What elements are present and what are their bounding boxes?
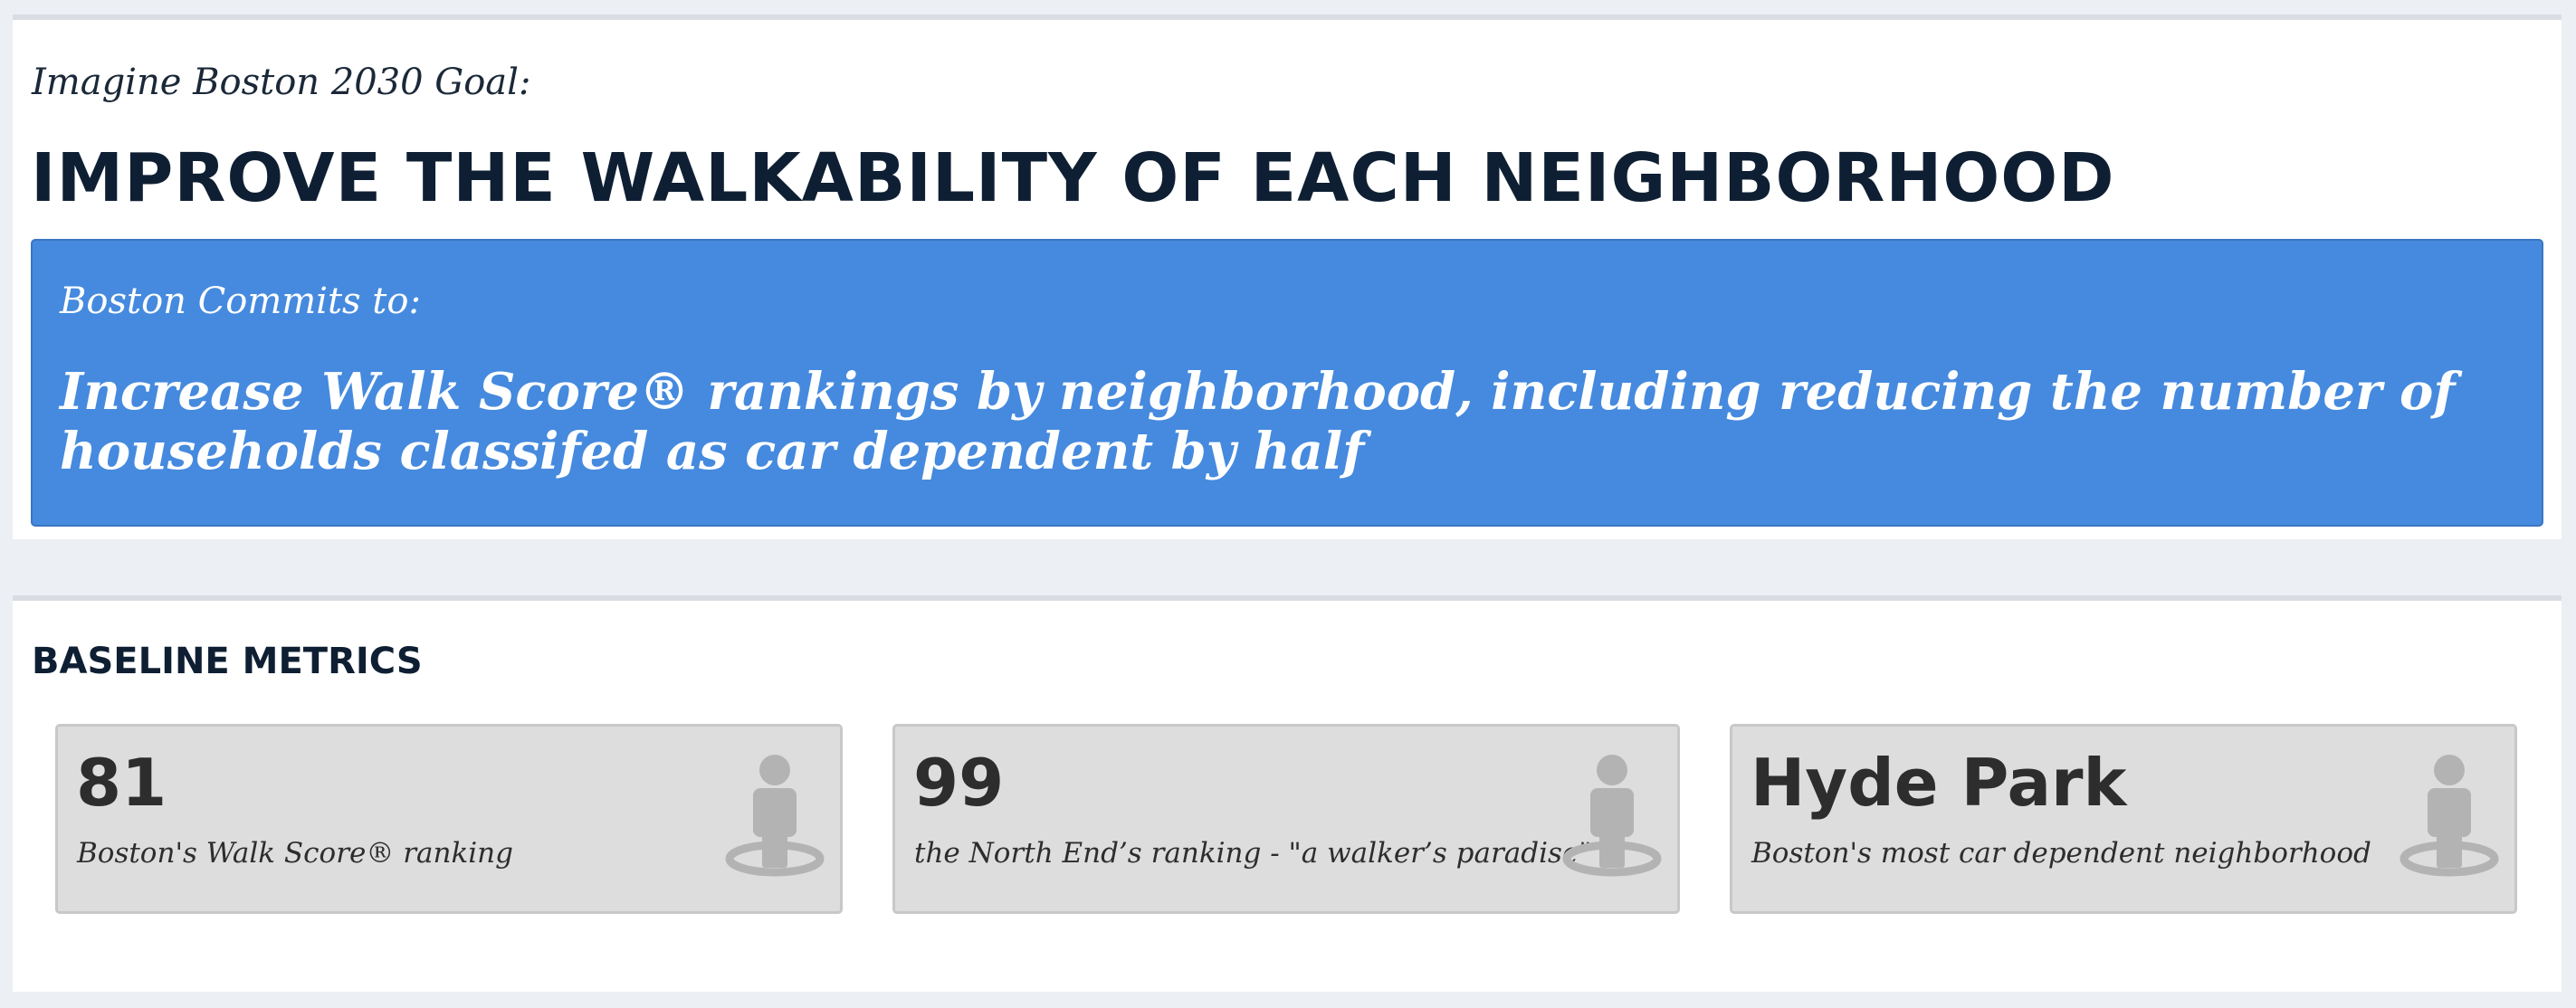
metric-value: 81 bbox=[76, 745, 167, 821]
baseline-metrics-panel: BASELINE METRICS 81 Boston's Walk Score®… bbox=[13, 595, 2562, 992]
metric-value: Hyde Park bbox=[1751, 745, 2127, 821]
goal-label: Imagine Boston 2030 Goal: bbox=[32, 62, 531, 103]
walker-icon bbox=[725, 755, 825, 877]
metric-value: 99 bbox=[913, 745, 1005, 821]
metric-description: Boston's most car dependent neighborhood bbox=[1751, 837, 2371, 870]
commitment-text: Increase Walk Score® rankings by neighbo… bbox=[60, 362, 2456, 481]
metric-description: the North End’s ranking - "a walker’s pa… bbox=[914, 837, 1592, 870]
walker-icon bbox=[2399, 755, 2499, 877]
metric-card-hyde-park: Hyde Park Boston's most car dependent ne… bbox=[1730, 724, 2517, 914]
goal-title: IMPROVE THE WALKABILITY OF EACH NEIGHBOR… bbox=[31, 139, 2115, 217]
commitment-label: Boston Commits to: bbox=[60, 281, 421, 322]
metric-card-walk-score: 81 Boston's Walk Score® ranking bbox=[55, 724, 843, 914]
metric-description: Boston's Walk Score® ranking bbox=[77, 837, 513, 870]
goal-panel: Imagine Boston 2030 Goal: IMPROVE THE WA… bbox=[13, 14, 2562, 539]
metric-card-north-end: 99 the North End’s ranking - "a walker’s… bbox=[892, 724, 1680, 914]
baseline-metrics-title: BASELINE METRICS bbox=[32, 641, 423, 682]
commitment-box: Boston Commits to: Increase Walk Score® … bbox=[31, 239, 2543, 527]
walker-icon bbox=[1562, 755, 1662, 877]
